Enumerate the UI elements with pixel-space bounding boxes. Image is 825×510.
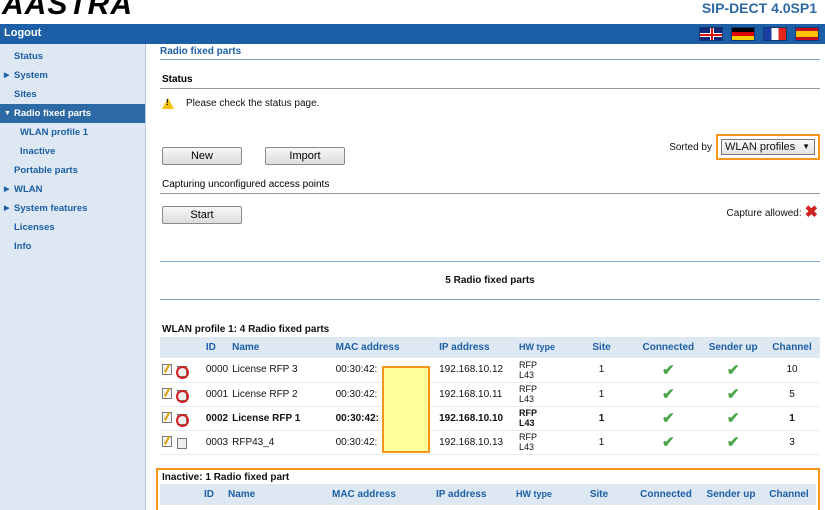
check-icon: ✔: [726, 386, 740, 403]
col-mac[interactable]: MAC address: [330, 484, 434, 505]
sidebar-item-inactive[interactable]: Inactive: [0, 142, 145, 161]
col-connected[interactable]: Connected: [634, 337, 702, 358]
sidebar-item-system-features[interactable]: ▶ System features: [0, 199, 145, 218]
collapse-arrow-icon: ▼: [4, 110, 11, 117]
sidebar-item-wlan[interactable]: ▶ WLAN: [0, 180, 145, 199]
aastra-logo: AASTRA: [2, 0, 133, 21]
edit-icon[interactable]: [162, 412, 172, 424]
wlan-rfp-table: ID Name MAC address IP address HW type S…: [160, 337, 820, 455]
sidebar-item-status[interactable]: Status: [0, 47, 145, 66]
sidebar-nav: Status ▶ System Sites ▼ Radio fixed parts …: [0, 44, 146, 510]
col-hw-type[interactable]: HW type: [514, 484, 566, 505]
table-row[interactable]: 0000 License RFP 3 00:30:42: 192.168.10.…: [160, 358, 820, 382]
inactive-table-title: Inactive: 1 Radio fixed part: [162, 472, 290, 483]
check-icon: ✔: [662, 361, 675, 379]
uk-flag-icon[interactable]: [699, 27, 723, 41]
sort-select-highlight: WLAN profiles ▼: [716, 134, 820, 160]
expand-arrow-icon: ▶: [4, 205, 10, 212]
col-channel[interactable]: Channel: [762, 484, 816, 505]
capturing-heading: Capturing unconfigured access points: [162, 179, 330, 190]
delete-disabled-icon[interactable]: [176, 412, 189, 428]
col-site[interactable]: Site: [569, 337, 635, 358]
sort-control: Sorted by WLAN profiles ▼: [669, 134, 820, 160]
sidebar-item-licenses[interactable]: Licenses: [0, 218, 145, 237]
spanish-flag-icon[interactable]: [795, 27, 819, 41]
col-id[interactable]: ID: [204, 337, 230, 358]
col-name[interactable]: Name: [230, 337, 334, 358]
edit-icon[interactable]: [162, 388, 172, 400]
check-icon: ✔: [726, 361, 740, 379]
table-row[interactable]: 0001 License RFP 2 00:30:42: 192.168.10.…: [160, 382, 820, 406]
language-flags: [699, 27, 819, 41]
col-connected[interactable]: Connected: [632, 484, 700, 505]
col-sender-up[interactable]: Sender up: [702, 337, 764, 358]
sidebar-item-portable-parts[interactable]: Portable parts: [0, 161, 145, 180]
col-name[interactable]: Name: [226, 484, 330, 505]
col-ip[interactable]: IP address: [434, 484, 514, 505]
table-row[interactable]: 0002 License RFP 1 00:30:42: 192.168.10.…: [160, 406, 820, 430]
french-flag-icon[interactable]: [763, 27, 787, 41]
check-icon: ✔: [726, 434, 740, 451]
import-button[interactable]: Import: [265, 147, 345, 165]
check-icon: ✔: [662, 410, 675, 427]
delete-disabled-icon[interactable]: [176, 364, 189, 380]
sidebar-item-info[interactable]: Info: [0, 237, 145, 256]
edit-icon[interactable]: [162, 436, 172, 448]
status-message: Please check the status page.: [186, 98, 320, 109]
status-warning: Please check the status page.: [162, 98, 319, 109]
expand-arrow-icon: ▶: [4, 186, 10, 193]
sidebar-item-radio-fixed-parts[interactable]: ▼ Radio fixed parts: [0, 104, 145, 123]
version-label: SIP-DECT 4.0SP1: [701, 0, 817, 16]
table-row[interactable]: 0003 RFP43_4 00:30:42: 192.168.10.13 RFP…: [160, 430, 820, 454]
start-button[interactable]: Start: [162, 206, 242, 224]
new-button[interactable]: New: [162, 147, 242, 165]
sort-select[interactable]: WLAN profiles ▼: [721, 139, 815, 155]
dropdown-arrow-icon: ▼: [802, 142, 810, 151]
col-channel[interactable]: Channel: [764, 337, 820, 358]
main-content: Radio fixed parts Status Please check th…: [160, 44, 820, 510]
trash-icon[interactable]: [176, 436, 187, 450]
check-icon: ✔: [726, 410, 740, 427]
wlan-table-title: WLAN profile 1: 4 Radio fixed parts: [162, 324, 330, 335]
page-title: Radio fixed parts: [160, 44, 820, 60]
table-header-row: ID Name MAC address IP address HW type S…: [160, 484, 816, 505]
mac-redaction-overlay: [382, 366, 430, 453]
capture-allowed-status: Capture allowed: ✖: [726, 204, 818, 221]
col-hw-type[interactable]: HW type: [517, 337, 569, 358]
logout-link[interactable]: Logout: [4, 27, 41, 39]
top-bar: Logout: [0, 24, 825, 44]
sidebar-item-wlan-profile-1[interactable]: WLAN profile 1: [0, 123, 145, 142]
table-header-row: ID Name MAC address IP address HW type S…: [160, 337, 820, 358]
expand-arrow-icon: ▶: [4, 72, 10, 79]
sidebar-item-sites[interactable]: Sites: [0, 85, 145, 104]
check-icon: ✔: [662, 386, 675, 403]
inactive-section-highlight: Inactive: 1 Radio fixed part ID Name MAC…: [156, 468, 820, 510]
sidebar-item-system[interactable]: ▶ System: [0, 66, 145, 85]
col-id[interactable]: ID: [202, 484, 226, 505]
edit-icon[interactable]: [162, 364, 172, 376]
delete-disabled-icon[interactable]: [176, 388, 189, 404]
german-flag-icon[interactable]: [731, 27, 755, 41]
x-icon: ✖: [804, 204, 818, 221]
check-icon: ✔: [662, 434, 675, 451]
status-heading: Status: [162, 74, 193, 85]
col-sender-up[interactable]: Sender up: [700, 484, 762, 505]
col-mac[interactable]: MAC address: [334, 337, 438, 358]
inactive-rfp-table: ID Name MAC address IP address HW type S…: [160, 484, 816, 505]
warning-icon: [162, 98, 174, 109]
col-site[interactable]: Site: [566, 484, 632, 505]
col-ip[interactable]: IP address: [437, 337, 517, 358]
rfp-count-label: 5 Radio fixed parts: [445, 275, 535, 286]
sorted-by-label: Sorted by: [669, 141, 712, 153]
